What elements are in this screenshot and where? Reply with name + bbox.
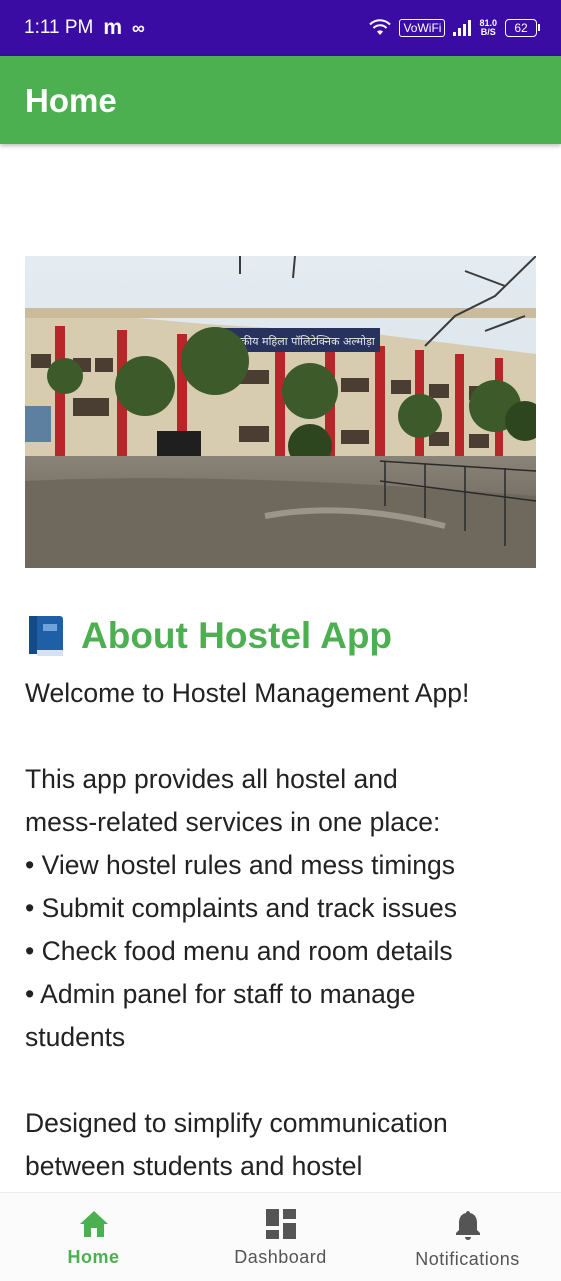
nav-label-notifications: Notifications [415,1249,520,1269]
about-line: Welcome to Hostel Management App! [25,678,470,708]
infinity-icon: ∞ [132,17,145,38]
about-spacer [25,1059,540,1102]
signal-icon [453,20,472,36]
nav-label-dashboard: Dashboard [234,1247,327,1267]
nav-item-dashboard[interactable]: Dashboard [187,1193,374,1281]
bottom-navigation: Home Dashboard Notifications [0,1192,561,1281]
about-line: between students and hostel [25,1151,363,1181]
app-notification-icon: m [103,16,123,39]
about-line: • Admin panel for staff to manage [25,979,416,1009]
about-line: students [25,1022,126,1052]
vowifi-badge: VoWiFi [399,19,446,37]
status-time: 1:11 PM [24,17,94,38]
app-bar: Home [0,56,561,144]
home-icon [79,1211,108,1237]
page-title: Home [25,82,117,119]
wifi-icon [369,19,392,35]
status-bar: 1:11 PM m ∞ VoWiFi 81.0 B/S 62 [0,0,561,56]
battery-level: 62 [514,21,528,35]
network-speed: 81.0 B/S [479,19,497,37]
about-line: This app provides all hostel and [25,764,398,794]
nav-label-home: Home [67,1247,120,1267]
about-title: About Hostel App [81,615,393,656]
bell-icon [455,1211,480,1240]
hostel-photo: राजकीय महिला पॉलिटेक्निक अल्मोड़ा [25,256,536,568]
about-line: Designed to simplify communication [25,1108,448,1138]
battery-icon: 62 [505,19,540,37]
about-line: • View hostel rules and mess timings [25,850,456,880]
dashboard-icon [265,1209,296,1239]
network-speed-unit: B/S [480,27,496,37]
about-description: Welcome to Hostel Management App! This a… [25,672,540,1188]
about-spacer [25,715,540,758]
about-line: • Submit complaints and track issues [25,893,457,923]
hostel-sign-text: राजकीय महिला पॉलिटेक्निक अल्मोड़ा [225,335,375,348]
about-line: mess-related services in one place: [25,807,441,837]
nav-item-home[interactable]: Home [0,1193,187,1281]
about-line: • Check food menu and room details [25,936,453,966]
nav-item-notifications[interactable]: Notifications [374,1193,561,1281]
about-heading: About Hostel App [25,606,392,666]
book-icon [29,616,63,656]
